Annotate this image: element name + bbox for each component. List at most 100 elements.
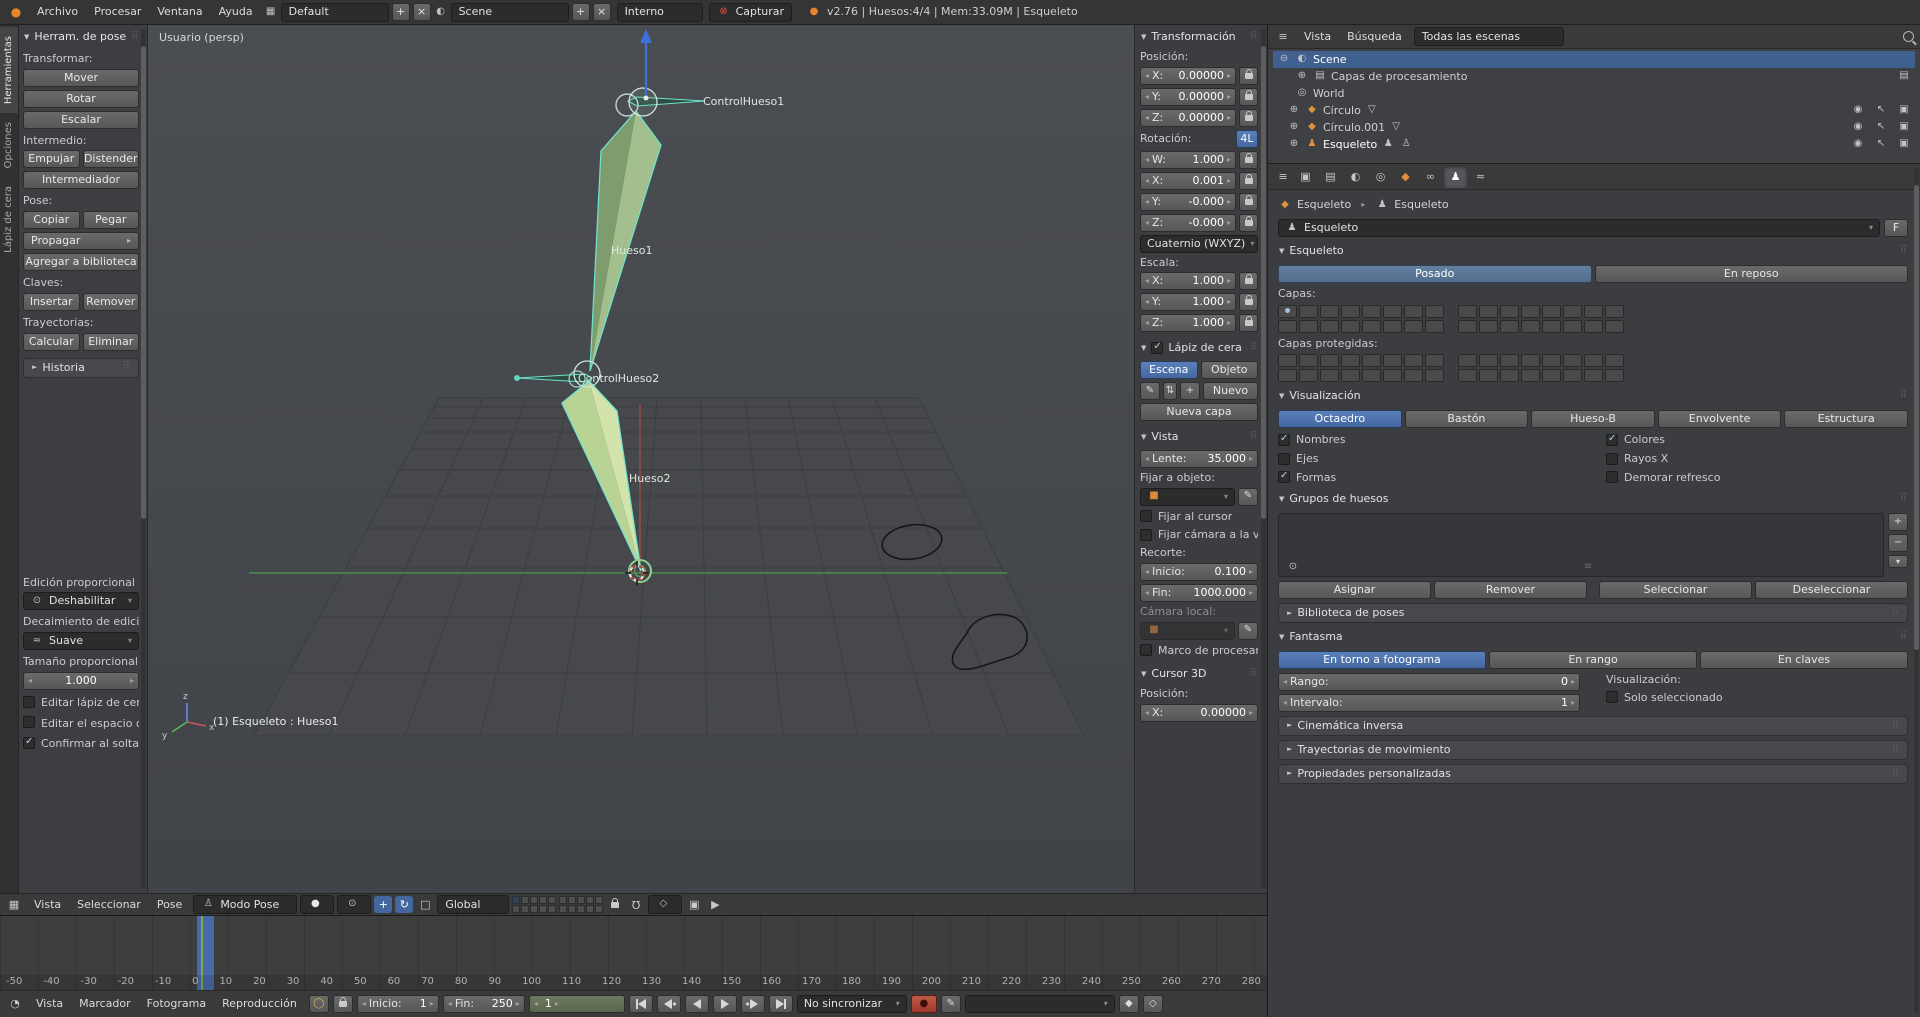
lock-to-cursor-checkbox[interactable] — [1140, 510, 1152, 522]
play-reverse-button[interactable] — [685, 995, 709, 1013]
opengl-render-anim-icon[interactable]: ▶ — [706, 896, 724, 913]
3d-cursor-panel-header[interactable]: Cursor 3D — [1140, 664, 1258, 684]
menu-item[interactable]: Seleccionar — [69, 894, 149, 915]
menu-item[interactable]: Marcador — [71, 993, 139, 1015]
scene-tab[interactable]: ◐ — [1344, 166, 1367, 188]
cursor-x-field[interactable]: X:0.00000 — [1140, 704, 1258, 722]
location-x-field[interactable]: X:0.00000 — [1140, 67, 1236, 85]
lock-scale-x-button[interactable] — [1239, 272, 1258, 290]
clip-start-field[interactable]: Inicio:0.100 — [1140, 563, 1258, 581]
scale-z-field[interactable]: Z:1.000 — [1140, 314, 1236, 332]
location-z-field[interactable]: Z:0.00000 — [1140, 109, 1236, 127]
display-stick-button[interactable]: Bastón — [1405, 410, 1529, 428]
camera-render-icon[interactable]: ▣ — [1897, 104, 1911, 117]
end-frame-field[interactable]: Fin:250 — [443, 995, 525, 1013]
disclosure-closed-icon[interactable]: ⊕ — [1287, 104, 1301, 117]
close-layout-button[interactable]: × — [413, 3, 431, 21]
display-panel-header[interactable]: Visualización — [1278, 386, 1908, 406]
gp-draw-pencil-button[interactable]: ✎ — [1140, 382, 1160, 400]
scene-lock-icon[interactable] — [606, 896, 624, 913]
xray-checkbox[interactable] — [1606, 453, 1618, 465]
object-tab[interactable]: ◆ — [1394, 166, 1417, 188]
editor-type-icon[interactable]: ◔ — [6, 996, 24, 1013]
keying-set-selector[interactable] — [965, 995, 1115, 1013]
deselect-button[interactable]: Deseleccionar — [1755, 581, 1908, 599]
menu-item[interactable]: Vista — [28, 993, 71, 1015]
clear-paths-button[interactable]: Eliminar — [83, 333, 140, 351]
lock-location-z-button[interactable] — [1239, 109, 1258, 127]
mode-selector[interactable]: ♙ Modo Pose — [193, 895, 297, 914]
list-filter-icon[interactable]: ⊙ — [1286, 561, 1300, 574]
bone-hueso1[interactable] — [590, 111, 661, 371]
physics-tab[interactable]: ≈ — [1469, 166, 1492, 188]
rotation-w-field[interactable]: W:1.000 — [1140, 151, 1236, 169]
lock-rotation-x-button[interactable] — [1239, 172, 1258, 190]
ghost-on-keyframes-tab[interactable]: En claves — [1700, 651, 1908, 669]
jump-prev-keyframe-button[interactable] — [657, 995, 681, 1013]
skeleton-panel-header[interactable]: Esqueleto — [1278, 241, 1908, 261]
search-icon[interactable] — [1903, 31, 1914, 42]
render-layers-toggle-icon[interactable]: ▤ — [1897, 70, 1911, 83]
play-button[interactable] — [713, 995, 737, 1013]
scale-x-field[interactable]: X:1.000 — [1140, 272, 1236, 290]
render-border-checkbox[interactable] — [1140, 644, 1152, 656]
render-tab[interactable]: ▣ — [1294, 166, 1317, 188]
delete-keyframe-icon[interactable]: ◇ — [1143, 995, 1163, 1013]
axes-checkbox[interactable] — [1278, 453, 1290, 465]
selectable-icon[interactable]: ↖ — [1874, 121, 1888, 134]
propagate-button[interactable]: Propagar▸ — [23, 232, 139, 250]
outliner-row-world[interactable]: ◎ World — [1273, 85, 1915, 102]
names-checkbox[interactable] — [1278, 434, 1290, 446]
menu-item[interactable]: Ventana — [149, 1, 210, 23]
pose-tools-panel-header[interactable]: Herram. de pose — [23, 27, 139, 47]
add-layout-button[interactable]: + — [392, 3, 410, 21]
opengl-render-icon[interactable]: ▣ — [685, 896, 703, 913]
paste-pose-button[interactable]: Pegar — [83, 211, 140, 229]
viewport-shading-selector[interactable]: ● — [300, 895, 334, 914]
gp-stepper-icon[interactable]: ⇅ — [1163, 382, 1177, 400]
breakdowner-button[interactable]: Intermediador — [23, 171, 139, 189]
menu-item[interactable]: Reproducción — [214, 993, 305, 1015]
menu-item[interactable]: Vista — [26, 894, 69, 915]
display-octahedral-button[interactable]: Octaedro — [1278, 410, 1402, 428]
outliner-row-circle[interactable]: ⊕ ◆ Círculo ▽ ◉ ↖ ▣ — [1273, 102, 1915, 119]
menu-item[interactable]: Fotograma — [139, 993, 214, 1015]
3d-viewport[interactable]: ControlHueso1 ControlHueso2 Hueso1 Hueso… — [148, 25, 1134, 893]
tab-opciones[interactable]: Opciones — [0, 113, 18, 177]
menu-item[interactable]: Ayuda — [211, 1, 261, 23]
disclosure-closed-icon[interactable]: ⊕ — [1295, 70, 1309, 83]
rotation-x-field[interactable]: X:0.001 — [1140, 172, 1236, 190]
rotation-y-field[interactable]: Y:-0.000 — [1140, 193, 1236, 211]
snap-magnet-icon[interactable]: Ω — [627, 896, 645, 913]
blender-logo-icon[interactable]: ● — [6, 3, 26, 21]
custom-properties-panel-header[interactable]: Propiedades personalizadas — [1278, 764, 1908, 784]
display-wire-button[interactable]: Estructura — [1784, 410, 1908, 428]
transform-panel-header[interactable]: Transformación — [1140, 27, 1258, 47]
display-bbone-button[interactable]: Hueso-B — [1531, 410, 1655, 428]
remove-button[interactable]: Remover — [1434, 581, 1587, 599]
colors-checkbox[interactable] — [1606, 434, 1618, 446]
render-engine-selector[interactable]: Interno — [617, 3, 703, 22]
jump-to-start-button[interactable] — [629, 995, 653, 1013]
layer-cell[interactable] — [1278, 305, 1297, 318]
push-button[interactable]: Empujar — [23, 150, 80, 168]
protected-layers[interactable] — [1278, 354, 1908, 382]
add-to-library-button[interactable]: Agregar a biblioteca — [23, 253, 139, 271]
lock-rotation-w-button[interactable] — [1239, 151, 1258, 169]
inverse-kinematics-panel-header[interactable]: Cinemática inversa — [1278, 716, 1908, 736]
history-panel-header[interactable]: Historia — [23, 358, 139, 378]
pose-position-button[interactable]: Posado — [1278, 265, 1592, 283]
current-frame-field[interactable]: 1 — [529, 995, 625, 1013]
manipulator-rotate-icon[interactable]: ↻ — [395, 896, 413, 913]
menu-item[interactable]: Archivo — [29, 1, 86, 23]
ghost-step-field[interactable]: Intervalo:1 — [1278, 694, 1580, 712]
camera-render-icon[interactable]: ▣ — [1897, 138, 1911, 151]
editor-type-icon[interactable]: ≡ — [1274, 28, 1292, 45]
bone-groups-panel-header[interactable]: Grupos de huesos — [1278, 489, 1908, 509]
sync-mode-selector[interactable]: No sincronizar — [797, 995, 907, 1013]
manipulator-translate-icon[interactable]: + — [374, 896, 392, 913]
constraints-tab[interactable]: ∞ — [1419, 166, 1442, 188]
gp-scene-tab[interactable]: Escena — [1140, 361, 1198, 379]
scene-selector[interactable]: Scene — [451, 3, 569, 22]
transform-orientation-selector[interactable]: Global — [437, 895, 509, 914]
